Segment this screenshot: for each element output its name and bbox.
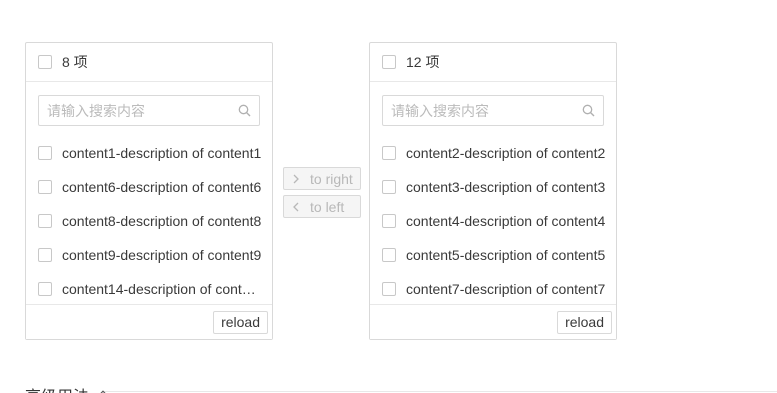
- item-checkbox[interactable]: [382, 146, 396, 160]
- item-checkbox[interactable]: [382, 248, 396, 262]
- target-list-panel: 12 项 content2-description of content2 co…: [369, 42, 617, 340]
- item-label: content3-description of content3: [406, 179, 606, 195]
- source-list-item[interactable]: content9-description of content9: [26, 238, 272, 272]
- item-label: content9-description of content9: [62, 247, 262, 263]
- chevron-left-icon: [292, 202, 304, 212]
- item-label: content4-description of content4: [406, 213, 606, 229]
- item-label: content6-description of content6: [62, 179, 262, 195]
- source-reload-button[interactable]: reload: [213, 310, 268, 334]
- source-list-item[interactable]: content1-description of content1: [26, 136, 272, 170]
- item-label: content5-description of content5: [406, 247, 606, 263]
- source-list-item[interactable]: content8-description of content8: [26, 204, 272, 238]
- target-list-item[interactable]: content5-description of content5: [370, 238, 616, 272]
- section-title-text: 高级用法: [25, 383, 89, 393]
- source-list-panel: 8 项 content1-description of content1 con…: [25, 42, 273, 340]
- target-search-input[interactable]: [391, 102, 581, 119]
- section-title: 高级用法: [25, 383, 107, 393]
- item-label: content14-description of content14: [62, 281, 262, 297]
- source-list: content1-description of content1 content…: [26, 136, 272, 306]
- target-list-header: 12 项: [370, 43, 616, 82]
- target-select-all-checkbox[interactable]: [382, 55, 396, 69]
- to-right-label: to right: [310, 170, 353, 187]
- item-checkbox[interactable]: [382, 180, 396, 194]
- edit-icon[interactable]: [95, 389, 107, 393]
- item-label: content7-description of content7: [406, 281, 606, 297]
- source-list-item[interactable]: content14-description of content14: [26, 272, 272, 306]
- item-checkbox[interactable]: [38, 146, 52, 160]
- target-reload-button[interactable]: reload: [557, 310, 612, 334]
- target-list-item[interactable]: content4-description of content4: [370, 204, 616, 238]
- to-left-button[interactable]: to left: [283, 195, 361, 218]
- transfer-demo: 8 项 content1-description of content1 con…: [0, 0, 777, 393]
- source-count-label: 8 项: [62, 54, 88, 70]
- source-list-footer: reload: [26, 304, 272, 339]
- target-list: content2-description of content2 content…: [370, 136, 616, 306]
- target-list-item[interactable]: content7-description of content7: [370, 272, 616, 306]
- to-left-label: to left: [310, 198, 345, 215]
- search-icon: [581, 104, 595, 118]
- item-checkbox[interactable]: [382, 282, 396, 296]
- item-checkbox[interactable]: [382, 214, 396, 228]
- item-checkbox[interactable]: [38, 282, 52, 296]
- item-checkbox[interactable]: [38, 180, 52, 194]
- source-search-input[interactable]: [47, 102, 237, 119]
- item-label: content1-description of content1: [62, 145, 262, 161]
- item-label: content2-description of content2: [406, 145, 606, 161]
- item-checkbox[interactable]: [38, 248, 52, 262]
- target-list-footer: reload: [370, 304, 616, 339]
- chevron-right-icon: [292, 174, 304, 184]
- to-right-button[interactable]: to right: [283, 167, 361, 190]
- transfer-operations: to right to left: [283, 167, 361, 223]
- source-list-item[interactable]: content6-description of content6: [26, 170, 272, 204]
- target-list-item[interactable]: content3-description of content3: [370, 170, 616, 204]
- item-checkbox[interactable]: [38, 214, 52, 228]
- source-search-box[interactable]: [38, 95, 260, 126]
- source-select-all-checkbox[interactable]: [38, 55, 52, 69]
- target-search-box[interactable]: [382, 95, 604, 126]
- item-label: content8-description of content8: [62, 213, 262, 229]
- search-icon: [237, 104, 251, 118]
- section-divider: [104, 391, 777, 392]
- source-list-header: 8 项: [26, 43, 272, 82]
- target-list-item[interactable]: content2-description of content2: [370, 136, 616, 170]
- target-count-label: 12 项: [406, 54, 440, 70]
